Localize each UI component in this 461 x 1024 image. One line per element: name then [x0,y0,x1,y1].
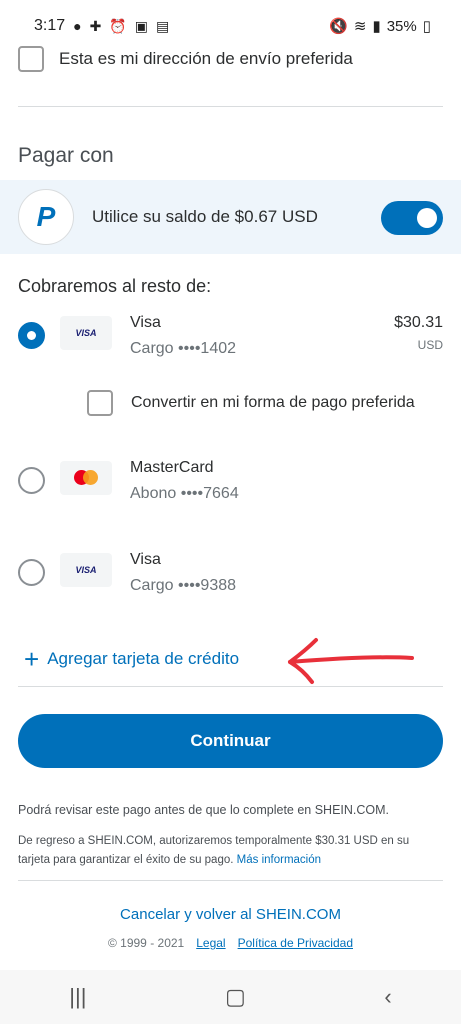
add-credit-card-label: Agregar tarjeta de crédito [47,649,240,668]
battery-icon: ▯ [422,18,431,35]
account-icon: ● [73,18,82,34]
mastercard-icon [60,461,112,495]
visa-card-icon: VISA [60,553,112,587]
paypal-logo: P [18,189,74,245]
card-number: Abono ••••7664 [130,485,239,502]
legal-link[interactable]: Legal [196,936,225,950]
authorize-text: De regreso a SHEIN.COM, autorizaremos te… [18,835,410,866]
more-info-link[interactable]: Más información [237,854,321,866]
puzzle-icon: ✚ [89,17,102,34]
add-credit-card-link[interactable]: + Agregar tarjeta de crédito [24,646,239,672]
image-icon: ▣ [134,17,149,34]
status-bar: 3:17 ● ✚ ⏰ ▣ ▤ 🔇 ≋ ▮ 35% ▯ [0,0,461,52]
annotation-arrow-icon [288,638,414,684]
visa-card-icon: VISA [60,316,112,350]
alarm-icon: ⏰ [109,17,127,34]
plus-icon: + [24,644,40,674]
card-option-visa-9388[interactable]: VISA Visa Cargo ••••9388 [18,551,443,611]
card-option-mastercard-7664[interactable]: MasterCard Abono ••••7664 [18,459,443,519]
toggle-knob [417,208,437,228]
wifi-icon: ≋ [353,18,367,35]
continue-button[interactable]: Continuar [18,714,443,768]
preferred-address-row[interactable]: Esta es mi dirección de envío preferida [18,46,353,72]
divider [18,880,443,881]
card-radio[interactable] [18,559,45,586]
card-number: Cargo ••••9388 [130,577,237,594]
privacy-link[interactable]: Política de Privacidad [238,936,353,950]
cancel-return-link[interactable]: Cancelar y volver al SHEIN.COM [0,906,461,923]
status-time: 3:17 [34,17,66,34]
charge-remaining-title: Cobraremos al resto de: [18,276,212,296]
authorize-note: De regreso a SHEIN.COM, autorizaremos te… [18,832,443,870]
system-nav-bar: ||| ▢ ‹ [0,970,461,1024]
preferred-payment-label: Convertir en mi forma de pago preferida [131,394,415,411]
preferred-address-checkbox[interactable] [18,46,44,72]
recent-apps-icon[interactable]: ||| [69,984,86,1010]
signal-icon: ▮ [372,18,381,35]
balance-text: Utilice su saldo de $0.67 USD [92,207,318,226]
card-amount: $30.31 [394,314,443,331]
card-name: MasterCard [130,459,214,476]
copyright: © 1999 - 2021 [107,936,185,950]
card-number: Cargo ••••1402 [130,340,237,357]
preferred-payment-row[interactable]: Convertir en mi forma de pago preferida [87,390,415,416]
paypal-icon: P [36,201,56,232]
home-icon[interactable]: ▢ [225,984,246,1010]
paypal-balance-row: P Utilice su saldo de $0.67 USD [0,180,461,254]
card-name: Visa [130,551,161,568]
card-option-visa-1402[interactable]: VISA Visa Cargo ••••1402 $30.31 USD [18,314,443,374]
back-icon[interactable]: ‹ [384,984,391,1010]
divider [18,106,443,107]
card-radio-selected[interactable] [18,322,45,349]
balance-toggle[interactable] [381,201,443,235]
card-radio[interactable] [18,467,45,494]
divider [18,686,443,687]
card-name: Visa [130,314,161,331]
review-note: Podrá revisar este pago antes de que lo … [18,803,390,817]
preferred-payment-checkbox[interactable] [87,390,113,416]
mute-icon: 🔇 [329,18,348,35]
preferred-address-label: Esta es mi dirección de envío preferida [59,49,353,68]
pay-with-title: Pagar con [18,144,114,167]
battery-percent: 35% [386,17,417,35]
card-currency: USD [417,338,443,352]
news-icon: ▤ [156,17,170,34]
footer-links: © 1999 - 2021 Legal Política de Privacid… [0,936,461,950]
